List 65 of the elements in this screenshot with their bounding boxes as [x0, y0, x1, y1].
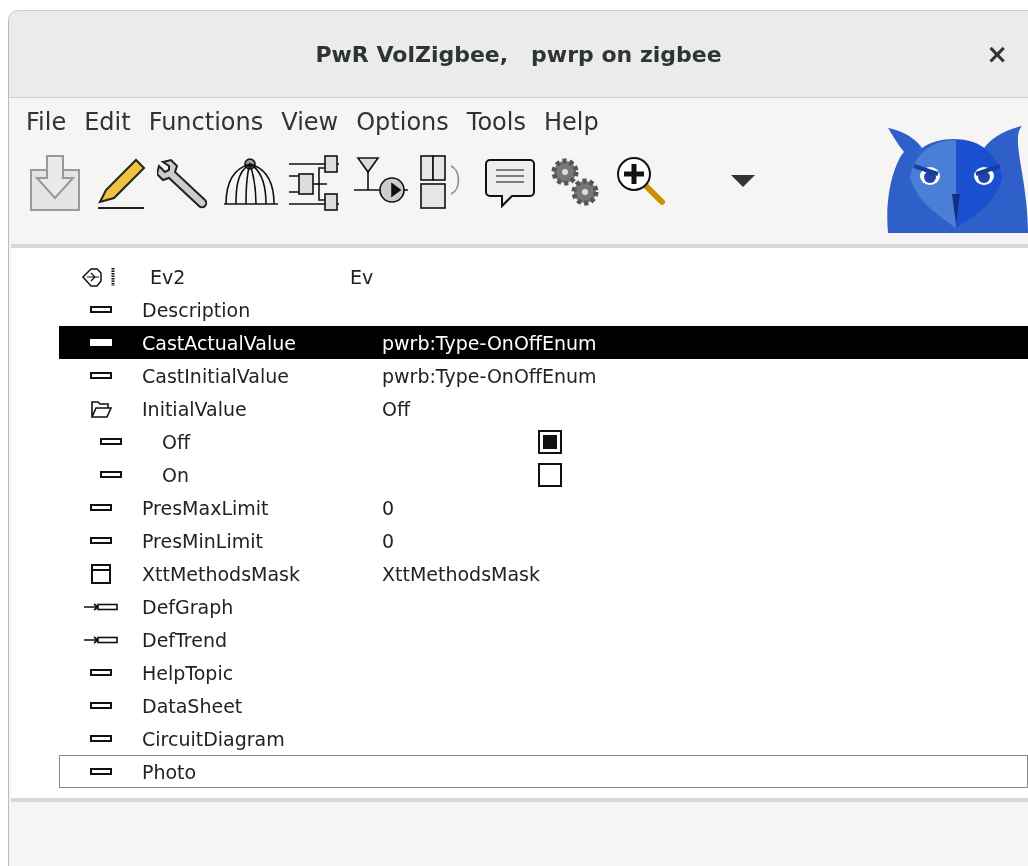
- attribute-value: pwrb:Type-OnOffEnum: [382, 364, 597, 387]
- tree-row[interactable]: CastActualValue pwrb:Type-OnOffEnum: [59, 326, 1028, 359]
- attribute-value: 0: [382, 496, 395, 519]
- attribute-name: DataSheet: [142, 694, 244, 717]
- attribute-name: DefTrend: [142, 628, 228, 651]
- menu-item[interactable]: View: [272, 108, 348, 144]
- link-attribute-icon: [83, 635, 119, 644]
- attribute-value: pwrb:Type-OnOffEnum: [382, 331, 597, 354]
- menu-item[interactable]: Functions: [139, 108, 273, 144]
- attribute-icon: [90, 305, 112, 314]
- window-title: PwR VolZigbee, pwrp on zigbee: [315, 41, 722, 67]
- attribute-icon: [100, 470, 122, 479]
- attribute-name: Description: [142, 298, 252, 321]
- open-folder-icon: [90, 398, 112, 419]
- attribute-icon: [90, 734, 112, 743]
- window-icon: [90, 562, 112, 585]
- attribute-icon: [90, 371, 112, 380]
- attribute-icon: [90, 701, 112, 710]
- tree-row[interactable]: CircuitDiagram: [59, 722, 1028, 755]
- attribute-name: CastInitialValue: [142, 364, 290, 387]
- attribute-name: InitialValue: [142, 397, 248, 420]
- attribute-icon: [90, 503, 112, 512]
- attribute-icon: [90, 338, 112, 347]
- menu-item[interactable]: Options: [347, 108, 458, 144]
- tree-row[interactable]: PresMinLimit 0: [59, 524, 1028, 557]
- attribute-value: 0: [382, 529, 395, 552]
- attribute-name: Ev2: [150, 265, 187, 288]
- menu-item[interactable]: Tools: [457, 108, 535, 144]
- close-button[interactable]: ×: [980, 39, 1014, 69]
- attribute-name: CastActualValue: [142, 331, 297, 354]
- tree-row[interactable]: Ev2 Ev: [59, 260, 1028, 293]
- attribute-icon: [90, 668, 112, 677]
- tree-row[interactable]: DefTrend: [59, 623, 1028, 656]
- attribute-icon: [90, 536, 112, 545]
- attribute-value: XttMethodsMask: [382, 562, 540, 585]
- attribute-name: CircuitDiagram: [142, 727, 286, 750]
- tree-row[interactable]: DefGraph: [59, 590, 1028, 623]
- enum-name: On: [162, 463, 190, 486]
- attribute-icon: [90, 767, 112, 776]
- checkbox[interactable]: [538, 429, 562, 454]
- tree-row[interactable]: PresMaxLimit 0: [59, 491, 1028, 524]
- enum-name: Off: [162, 430, 192, 453]
- attribute-name: PresMinLimit: [142, 529, 264, 552]
- dropdown-caret-icon[interactable]: [731, 175, 755, 189]
- tree-row[interactable]: InitialValue Off: [59, 392, 1028, 425]
- tree-row[interactable]: Photo: [59, 755, 1028, 788]
- attribute-value: Ev: [350, 265, 374, 288]
- attribute-name: HelpTopic: [142, 661, 235, 684]
- menu-item[interactable]: File: [17, 108, 76, 144]
- tree-row[interactable]: XttMethodsMask XttMethodsMask: [59, 557, 1028, 590]
- tree-row[interactable]: DataSheet: [59, 689, 1028, 722]
- link-attribute-icon: [83, 602, 119, 611]
- tree-row[interactable]: Description: [59, 293, 1028, 326]
- checkbox[interactable]: [538, 462, 562, 487]
- tree-row[interactable]: HelpTopic: [59, 656, 1028, 689]
- attribute-name: Photo: [142, 760, 198, 783]
- attribute-name: PresMaxLimit: [142, 496, 270, 519]
- menu-item[interactable]: Edit: [75, 108, 140, 144]
- attribute-name: XttMethodsMask: [142, 562, 301, 585]
- attribute-value: Off: [382, 397, 411, 420]
- menu-item[interactable]: Help: [534, 108, 608, 144]
- download-arrow-icon[interactable]: [27, 152, 83, 212]
- tree-row[interactable]: CastInitialValue pwrb:Type-OnOffEnum: [59, 359, 1028, 392]
- attribute-name: DefGraph: [142, 595, 235, 618]
- attribute-icon: [100, 437, 122, 446]
